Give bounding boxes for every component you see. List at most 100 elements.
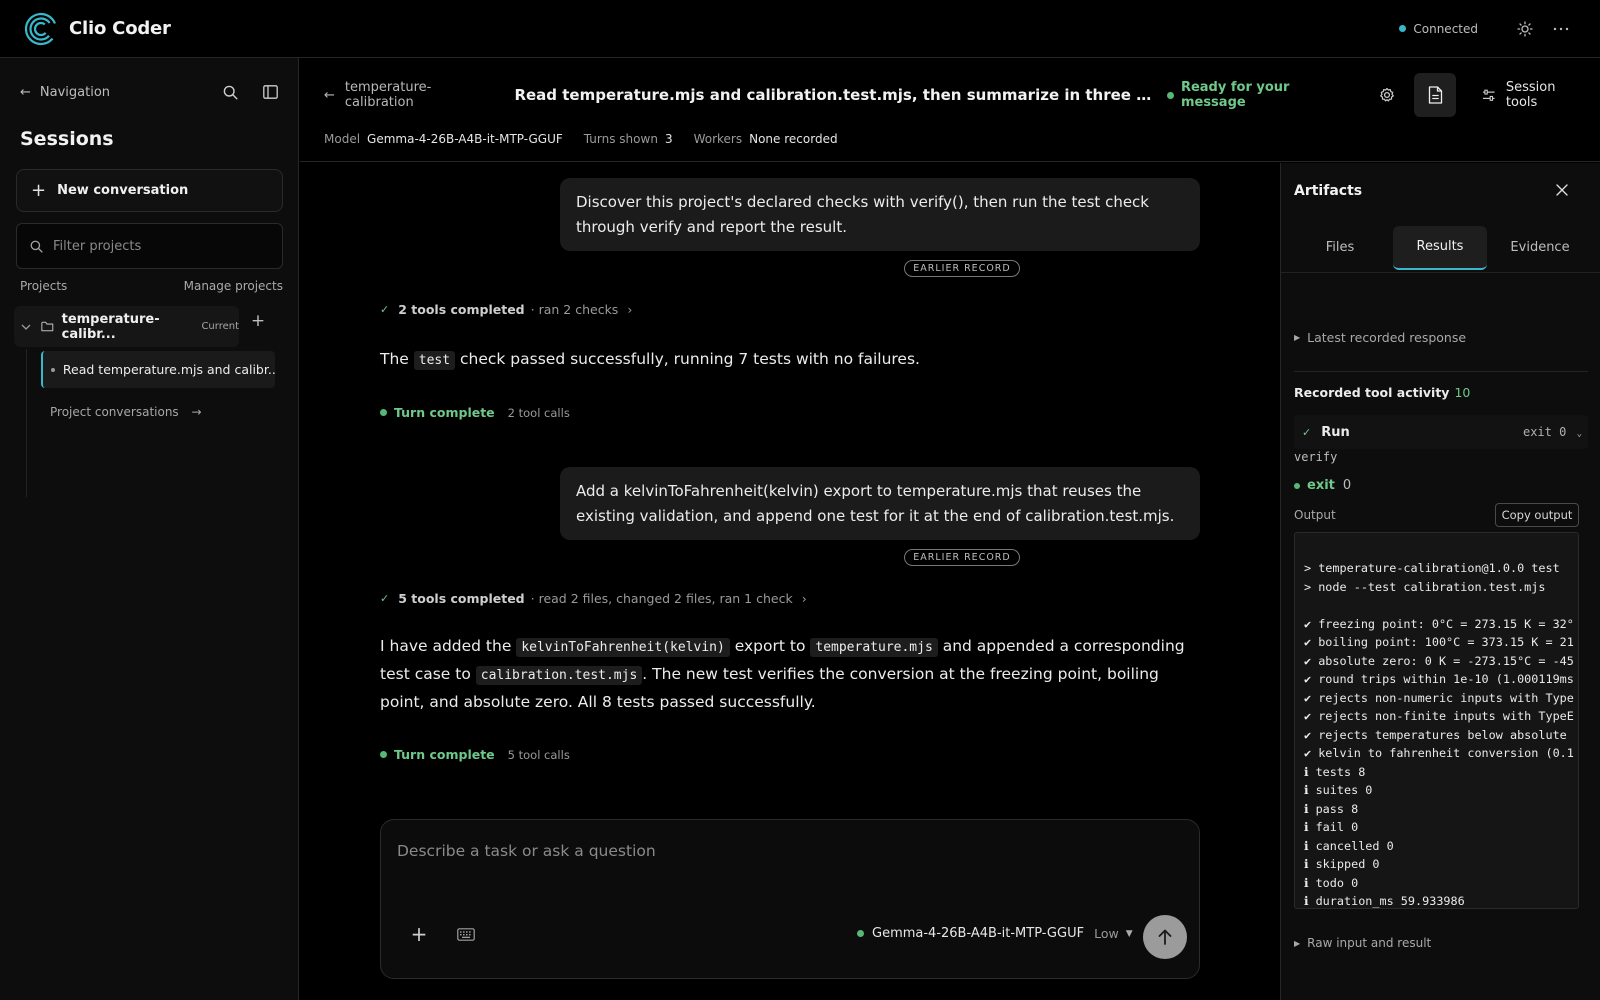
output-label: Output: [1294, 508, 1336, 522]
tools-detail: · read 2 files, changed 2 files, ran 1 c…: [530, 591, 793, 606]
exit-label: exit: [1307, 478, 1335, 493]
app-logo-icon: [24, 12, 58, 46]
new-conversation-label: New conversation: [57, 183, 189, 198]
attach-button[interactable]: +: [409, 922, 429, 946]
gear-icon: [1380, 87, 1395, 102]
current-badge: Current: [201, 321, 239, 332]
answer-text: check passed successfully, running 7 tes…: [455, 350, 920, 368]
breadcrumb-project: temperature-calibration: [344, 80, 432, 110]
message-input[interactable]: [397, 842, 1177, 882]
earlier-record-badge: EARLIER RECORD: [904, 549, 1020, 566]
inline-code: temperature.mjs: [810, 638, 938, 657]
sessions-heading: Sessions: [20, 128, 114, 150]
artifacts-toggle-button[interactable]: [1413, 73, 1457, 117]
sidebar: ← Navigation Sessions + New conversation: [0, 58, 299, 1000]
model-status-dot: [857, 930, 864, 937]
output-line: ℹ skipped 0: [1304, 857, 1380, 871]
status-dot: [380, 751, 387, 758]
session-item-label: Read temperature.mjs and calibr...: [62, 362, 275, 377]
chevron-right-icon: ›: [801, 591, 807, 606]
output-line: ℹ tests 8: [1304, 764, 1366, 779]
more-menu-button[interactable]: [1546, 14, 1576, 44]
inline-code: test: [413, 351, 456, 370]
exit-value: 0: [1342, 478, 1352, 493]
breadcrumb[interactable]: ← temperature-calibration: [324, 80, 494, 110]
connection-status: Connected: [1413, 21, 1478, 36]
turn-status-label: Turn complete: [394, 747, 495, 762]
navigation-label: Navigation: [39, 84, 111, 100]
navigation-back-button[interactable]: ← Navigation: [20, 85, 110, 100]
manage-projects-link[interactable]: Manage projects: [184, 279, 283, 293]
turn-status-label: Turn complete: [394, 405, 495, 420]
session-tools-label: Session tools: [1505, 80, 1556, 110]
exit-badge-text: exit 0: [1522, 425, 1567, 439]
filter-projects-input[interactable]: [53, 238, 253, 254]
copy-output-button[interactable]: Copy output: [1495, 503, 1579, 527]
status-dot: [1294, 482, 1300, 489]
projects-label: Projects: [20, 279, 68, 293]
caret-right-icon: ▶: [1294, 938, 1301, 948]
send-button[interactable]: [1143, 915, 1187, 959]
connection-status-dot: [1399, 25, 1407, 32]
composer: + Gemma-4-26B-A4B-it-MTP-GGUF Low ▼: [380, 819, 1200, 979]
chevron-down-icon: ⌄: [1576, 429, 1582, 439]
answer-text: The: [380, 350, 414, 368]
latest-response-toggle[interactable]: ▶ Latest recorded response: [1294, 330, 1466, 345]
keyboard-shortcuts-button[interactable]: [455, 924, 477, 944]
output-line: ℹ suites 0: [1304, 783, 1373, 797]
session-dot: [51, 367, 55, 372]
document-icon: [1428, 86, 1442, 104]
session-tools-button[interactable]: Session tools: [1482, 80, 1588, 110]
workers-meta-label: Workers: [693, 132, 743, 146]
session-item[interactable]: Read temperature.mjs and calibr...: [41, 351, 275, 388]
status-dot: [380, 409, 387, 416]
output-line: ✔ absolute zero: 0 K = -273.15°C = -45: [1304, 653, 1574, 668]
project-name: temperature-calibr...: [61, 311, 160, 342]
new-conversation-button[interactable]: + New conversation: [16, 169, 283, 212]
tools-summary[interactable]: ✓ 2 tools completed · ran 2 checks ›: [380, 302, 632, 317]
tools-summary[interactable]: ✓ 5 tools completed · read 2 files, chan…: [380, 591, 807, 606]
tab-evidence[interactable]: Evidence: [1493, 226, 1587, 270]
inline-code: kelvinToFahrenheit(kelvin): [516, 638, 730, 657]
output-line: ✔ rejects temperatures below absolute: [1304, 727, 1574, 742]
toggle-sidebar-button[interactable]: [258, 80, 282, 104]
workers-meta-value: None recorded: [749, 132, 838, 146]
output-line: ✔ kelvin to fahrenheit conversion (0.1: [1304, 746, 1574, 760]
tree-guide-line: [26, 349, 27, 497]
check-icon: ✓: [1302, 425, 1312, 439]
project-conversations-link[interactable]: Project conversations →: [50, 405, 202, 419]
tool-calls-count: 5 tool calls: [507, 747, 570, 762]
recorded-activity-label: Recorded tool activity: [1294, 385, 1450, 400]
output-line: ✔ round trips within 1e-10 (1.000119ms: [1304, 672, 1574, 686]
tool-activity-run[interactable]: ✓ Run exit 0 ⌄: [1294, 415, 1588, 449]
settings-button[interactable]: [1373, 80, 1402, 110]
search-icon: [223, 85, 238, 100]
search-button[interactable]: [218, 80, 242, 104]
top-bar: Clio Coder Connected: [0, 0, 1600, 58]
tab-files[interactable]: Files: [1293, 226, 1387, 270]
theme-toggle-button[interactable]: [1510, 14, 1540, 44]
add-session-button[interactable]: +: [248, 311, 268, 331]
filter-projects-field[interactable]: [16, 223, 283, 269]
chevron-down-icon[interactable]: [21, 324, 31, 330]
output-console[interactable]: > temperature-calibration@1.0.0 test > n…: [1294, 532, 1579, 909]
inline-code: calibration.test.mjs: [475, 666, 643, 685]
keyboard-icon: [457, 927, 475, 941]
artifacts-tabs: Files Results Evidence: [1281, 223, 1600, 273]
conversation-pane: Discover this project's declared checks …: [300, 163, 1280, 1000]
chevron-right-icon: ›: [627, 302, 633, 317]
output-line: ✔ freezing point: 0°C = 273.15 K = 32°: [1304, 616, 1574, 631]
ellipsis-icon: [1553, 27, 1569, 30]
raw-input-result-toggle[interactable]: ▶ Raw input and result: [1294, 936, 1431, 950]
raw-input-result-label: Raw input and result: [1307, 936, 1432, 950]
output-line: > temperature-calibration@1.0.0 test: [1304, 561, 1560, 575]
sidebar-panel-icon: [262, 85, 278, 99]
caret-right-icon: ▶: [1294, 333, 1301, 342]
model-selector[interactable]: Gemma-4-26B-A4B-it-MTP-GGUF Low ▼: [857, 926, 1133, 941]
plus-icon: +: [31, 180, 47, 201]
project-item[interactable]: temperature-calibr... Current: [14, 306, 239, 347]
close-artifacts-button[interactable]: [1551, 179, 1573, 201]
tab-results[interactable]: Results: [1393, 225, 1487, 270]
recorded-activity-count: 10: [1454, 385, 1471, 400]
tools-count: 2 tools completed: [398, 302, 525, 317]
